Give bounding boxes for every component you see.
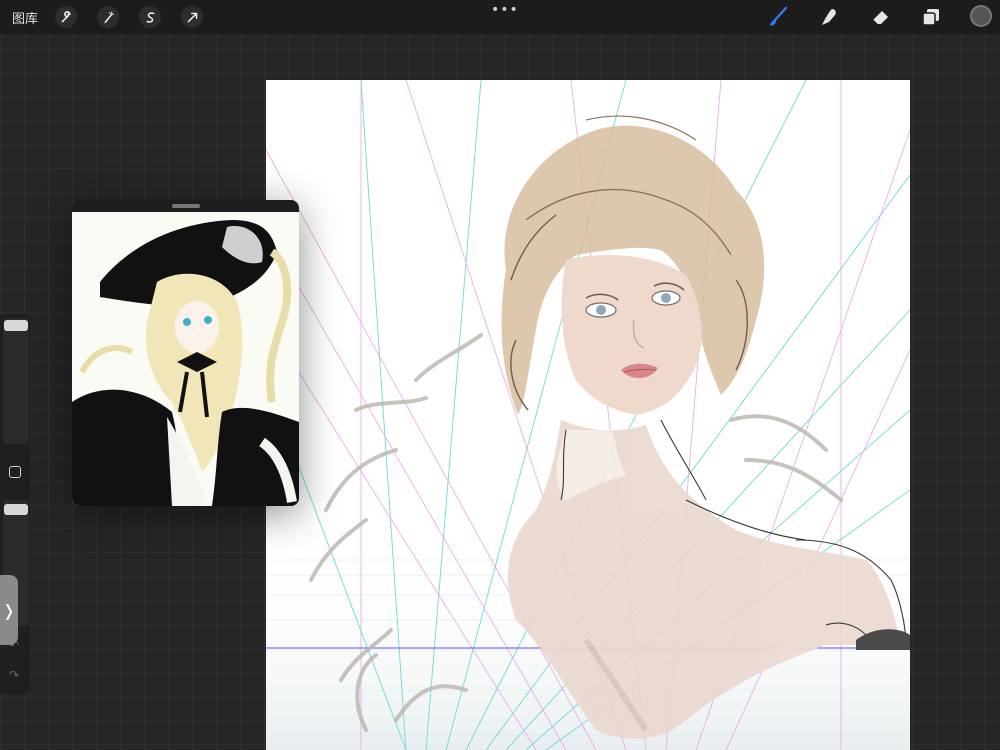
more-options-dots[interactable]: ••• [491, 2, 519, 18]
opacity-handle[interactable] [4, 504, 28, 515]
top-toolbar: 图库 ••• [0, 0, 1000, 34]
sidebar-collapse-tab[interactable]: ❭ [0, 575, 18, 645]
figure-face [561, 255, 702, 415]
selection-icon [146, 11, 154, 23]
gallery-button[interactable]: 图库 [12, 8, 38, 27]
color-picker-button[interactable] [970, 5, 992, 27]
drawing-canvas[interactable] [266, 80, 910, 750]
transform-button[interactable] [181, 6, 203, 28]
layers-button[interactable] [919, 6, 943, 28]
artwork-canvas-image [266, 80, 910, 750]
brush-tool-button[interactable] [766, 6, 790, 28]
brush-size-handle[interactable] [4, 320, 28, 331]
wrench-icon [61, 10, 71, 22]
smudge-icon [822, 9, 836, 25]
selection-button[interactable] [139, 6, 161, 28]
smudge-tool-button[interactable] [817, 6, 841, 28]
actions-button[interactable] [55, 6, 77, 28]
transform-arrow-icon [187, 12, 197, 22]
brush-size-slider[interactable] [3, 318, 29, 444]
reference-drag-handle[interactable] [172, 204, 200, 208]
eraser-icon [872, 11, 888, 25]
magic-wand-icon [104, 10, 114, 23]
redo-button[interactable]: ↷ [9, 668, 19, 682]
brush-icon [770, 6, 788, 26]
modify-button[interactable] [9, 466, 21, 478]
reference-image [72, 212, 299, 506]
reference-window[interactable] [72, 200, 299, 506]
adjustments-button[interactable] [97, 6, 119, 28]
eraser-tool-button[interactable] [868, 6, 892, 28]
reference-artwork [72, 212, 299, 506]
layers-icon [922, 9, 939, 26]
